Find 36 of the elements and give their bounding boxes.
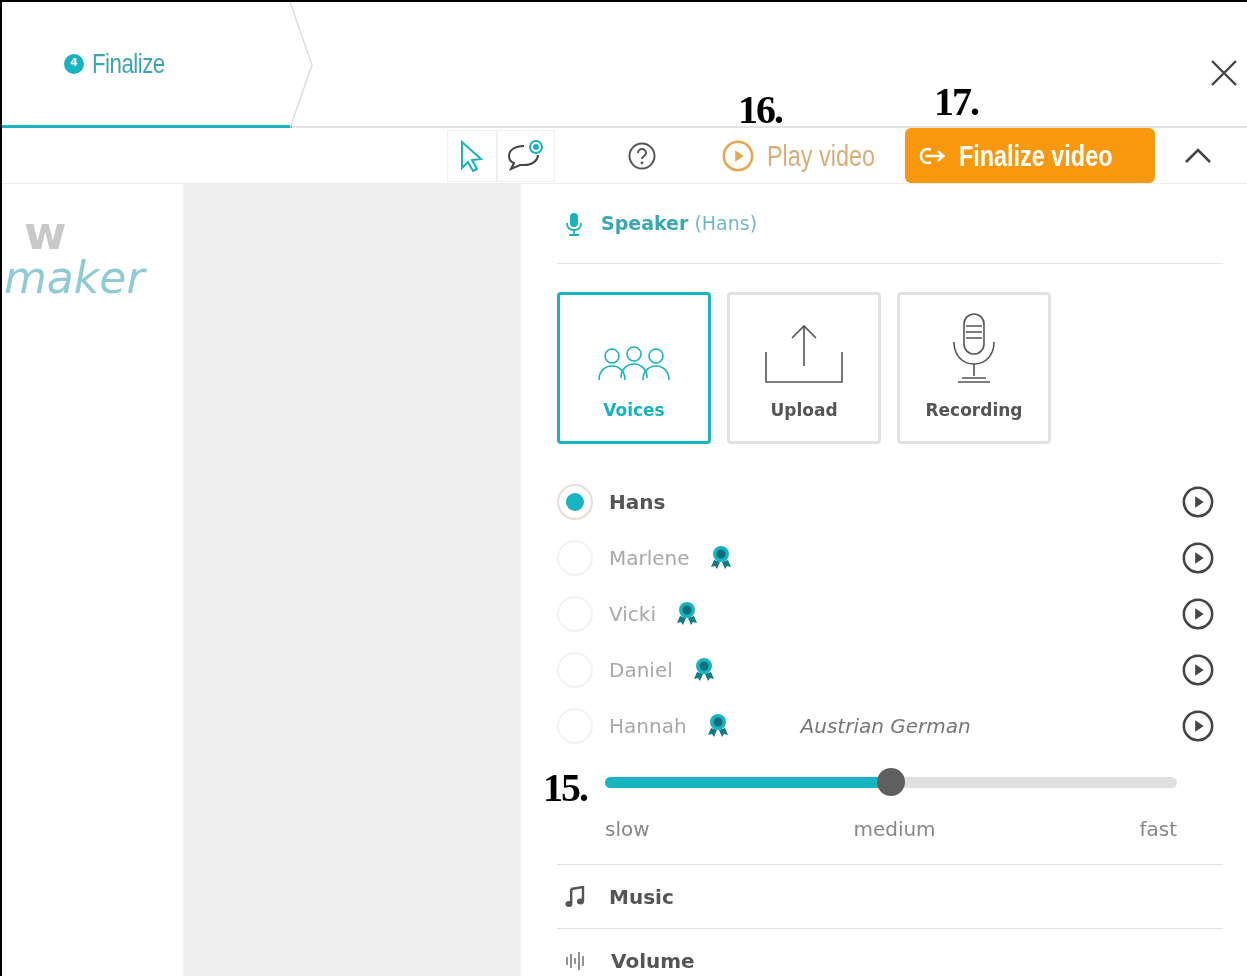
microphone-icon (565, 211, 583, 236)
sound-wave-icon (565, 950, 587, 971)
voice-name: Hans (609, 489, 666, 516)
callout-number: 17. (934, 82, 978, 122)
slider-thumb[interactable] (877, 768, 905, 796)
step-number-badge: 4 (64, 53, 84, 74)
play-sample-icon[interactable] (1181, 485, 1215, 519)
step-label: Finalize (92, 46, 165, 81)
voice-name: Hannah (609, 713, 687, 740)
voice-name: Marlene (609, 545, 690, 572)
cursor-arrow-icon (459, 139, 485, 172)
settings-section-row[interactable]: Music (557, 865, 1223, 929)
speed-label: slow (605, 816, 650, 843)
play-sample-icon[interactable] (1181, 597, 1215, 631)
voice-name: Daniel (609, 657, 673, 684)
play-sample-icon[interactable] (1181, 653, 1215, 687)
settings-section-row[interactable]: Volume (557, 929, 1223, 976)
play-sample-icon[interactable] (1181, 709, 1215, 743)
callout-number: 15. (543, 768, 587, 808)
speed-label: medium (853, 816, 936, 843)
voice-name: Vicki (609, 601, 656, 628)
comment-tool-button[interactable] (497, 129, 555, 182)
speech-bubble-icon (506, 137, 546, 174)
audio-source-card[interactable]: Recording (897, 292, 1051, 444)
callout-number: 16. (738, 90, 782, 130)
help-icon[interactable] (627, 140, 657, 171)
speed-slider[interactable] (605, 768, 1177, 796)
voice-dialect: Austrian German (800, 713, 971, 740)
logo-subtext: maker (4, 256, 145, 300)
audio-source-card[interactable]: Upload (727, 292, 881, 444)
close-icon[interactable] (1209, 58, 1239, 88)
play-sample-icon[interactable] (1181, 541, 1215, 575)
speed-label: fast (1139, 816, 1177, 843)
voice-radio[interactable] (557, 484, 593, 520)
music-note-icon (565, 885, 585, 908)
speaker-heading: Speaker (Hans) (601, 211, 758, 237)
